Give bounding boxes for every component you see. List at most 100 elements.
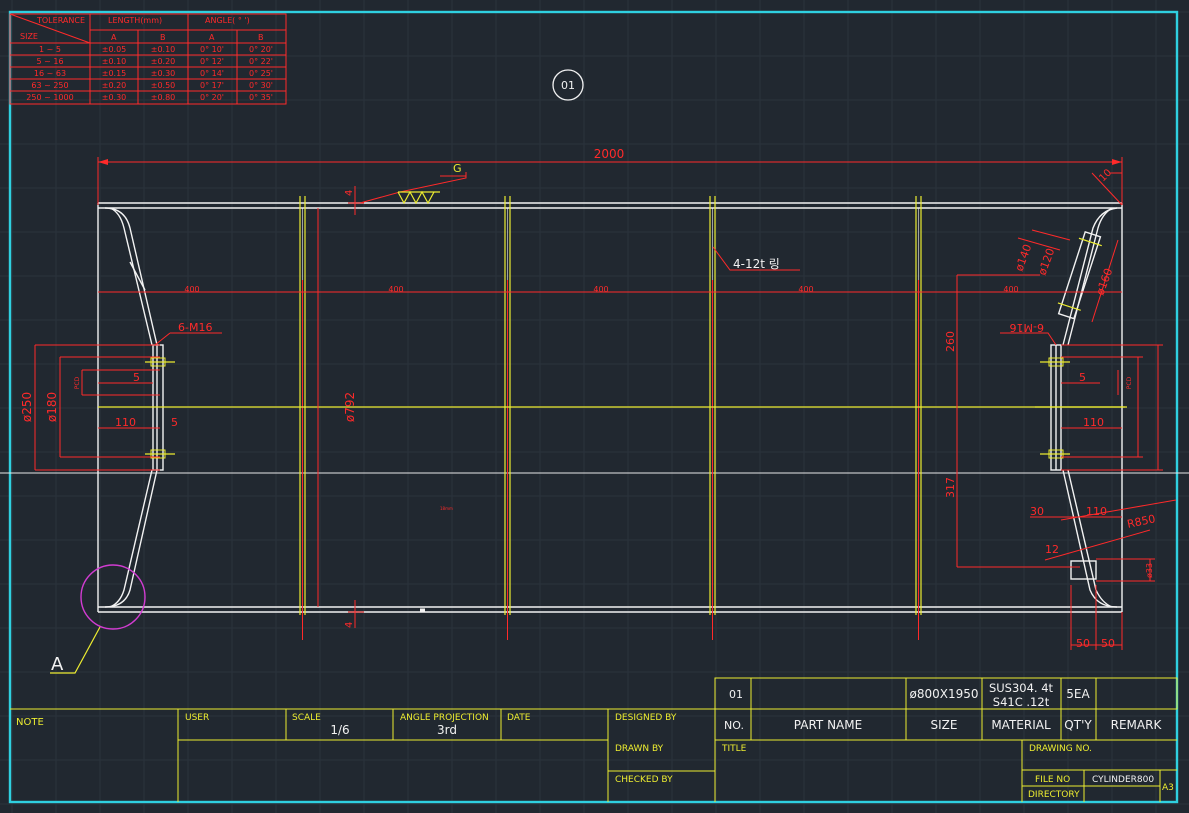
tol-cell-ab: 0° 20' [249, 45, 273, 54]
dim-len-5-b: 5 [171, 416, 178, 429]
dim-len-50-a: 50 [1076, 637, 1090, 650]
part-qty: 5EA [1066, 687, 1090, 701]
dim-segment-5: 400 [1003, 285, 1018, 294]
part-material-2: S41C .12t [993, 695, 1050, 709]
tol-cell-aa: 0° 14' [200, 69, 224, 78]
drawn-by-label: DRAWN BY [615, 744, 664, 754]
header-part-name: PART NAME [794, 718, 862, 732]
tol-cell-ab: 0° 25' [249, 69, 273, 78]
dim-dia-33: ø33 [1145, 563, 1154, 578]
tol-cell-la: ±0.30 [102, 93, 127, 102]
tol-cell-size: 1 ~ 5 [39, 45, 61, 54]
tol-header-tolerance: TOLERANCE [36, 16, 85, 25]
dim-segment-1: 400 [184, 285, 199, 294]
dim-segment-3: 400 [593, 285, 608, 294]
dim-dia-250: ø250 [20, 392, 34, 422]
tol-cell-size: 250 ~ 1000 [26, 93, 73, 102]
dim-segment-4: 400 [798, 285, 813, 294]
tol-cell-lb: ±0.20 [151, 57, 176, 66]
scale-label: SCALE [292, 713, 321, 723]
tol-cell-aa: 0° 20' [200, 93, 224, 102]
bolt-note-right: 6-M16 [1010, 321, 1044, 334]
part-size: ø800X1950 [909, 687, 978, 701]
tol-cell-ab: 0° 22' [249, 57, 273, 66]
tol-cell-la: ±0.20 [102, 81, 127, 90]
sheet-size: A3 [1162, 783, 1174, 793]
dim-dia-120: ø120 [1036, 247, 1058, 278]
dim-radius: R850 [1126, 512, 1157, 531]
title-block: 01 ø800X1950 SUS304. 4t S41C .12t 5EA NO… [10, 677, 1178, 802]
dim-len-5-c: 5 [1079, 371, 1086, 384]
view-number: 01 [561, 79, 575, 92]
tolerance-table: TOLERANCE SIZE LENGTH(mm) ANGLE( ° ') A … [9, 13, 287, 105]
dimension-texts: 2000 400 400 400 400 400 4 4 ø792 4-12t … [20, 147, 1157, 650]
weld-symbol-label: G [453, 162, 462, 175]
detail-label: A [51, 654, 64, 675]
tol-cell-la: ±0.15 [102, 69, 127, 78]
dim-dia-140: ø140 [1013, 243, 1035, 274]
tol-cell-la: ±0.10 [102, 57, 127, 66]
rib-note: 4-12t 링 [733, 257, 780, 271]
designed-by-label: DESIGNED BY [615, 713, 677, 723]
tol-cell-lb: ±0.10 [151, 45, 176, 54]
drawing-no-label: DRAWING NO. [1029, 744, 1092, 754]
note-label: NOTE [16, 717, 44, 728]
tol-header-lb: B [160, 33, 166, 42]
dim-pcd-right: PCD [1126, 376, 1133, 389]
dim-len-110-lower: 110 [1086, 505, 1107, 518]
dim-segment-2: 400 [388, 285, 403, 294]
tol-header-aa: A [209, 33, 215, 42]
tol-header-size: SIZE [20, 32, 38, 41]
tol-cell-ab: 0° 35' [249, 93, 273, 102]
dim-overall-length: 2000 [594, 147, 625, 161]
dim-len-30: 30 [1030, 505, 1044, 518]
tol-cell-la: ±0.05 [102, 45, 127, 54]
header-qty: QT'Y [1064, 718, 1092, 732]
dim-len-5-a: 5 [133, 371, 140, 384]
dim-len-317: 317 [944, 477, 957, 498]
tol-header-length: LENGTH(mm) [108, 16, 162, 25]
checked-by-label: CHECKED BY [615, 775, 673, 785]
tol-header-la: A [111, 33, 117, 42]
dim-len-260: 260 [944, 331, 957, 352]
cad-drawing-canvas: TOLERANCE SIZE LENGTH(mm) ANGLE( ° ') A … [0, 0, 1189, 813]
file-no-label: FILE NO [1035, 775, 1070, 785]
tol-cell-lb: ±0.50 [151, 81, 176, 90]
tol-cell-size: 16 ~ 63 [34, 69, 66, 78]
cylinder-geometry [97, 196, 1127, 640]
small-mark: 18mm [440, 506, 453, 511]
user-label: USER [185, 713, 209, 723]
tol-cell-lb: ±0.30 [151, 69, 176, 78]
tol-cell-aa: 0° 10' [200, 45, 224, 54]
dim-pcd-left: PCD [74, 376, 81, 389]
dim-len-50-b: 50 [1101, 637, 1115, 650]
dim-len-110-left: 110 [115, 416, 136, 429]
part-no: 01 [729, 688, 743, 701]
header-remark: REMARK [1111, 718, 1163, 732]
directory-label: DIRECTORY [1028, 790, 1080, 800]
tol-header-ab: B [258, 33, 264, 42]
dim-thick-top: 4 [344, 190, 355, 196]
bolt-note-left: 6-M16 [178, 321, 212, 334]
dimension-lines [34, 157, 1177, 650]
tol-cell-aa: 0° 17' [200, 81, 224, 90]
detail-callout-circle [80, 564, 146, 630]
date-label: DATE [507, 713, 531, 723]
scale-value: 1/6 [330, 723, 349, 737]
header-material: MATERIAL [991, 718, 1051, 732]
tol-cell-aa: 0° 12' [200, 57, 224, 66]
tol-cell-ab: 0° 30' [249, 81, 273, 90]
tol-cell-lb: ±0.80 [151, 93, 176, 102]
dim-len-12: 12 [1045, 543, 1059, 556]
projection-label: ANGLE PROJECTION [400, 713, 489, 723]
projection-value: 3rd [437, 723, 457, 737]
dim-dia-180: ø180 [45, 392, 59, 422]
header-size: SIZE [931, 718, 958, 732]
header-no: NO. [724, 719, 744, 732]
tol-cell-size: 5 ~ 16 [36, 57, 63, 66]
title-label: TITLE [721, 744, 747, 754]
part-material-1: SUS304. 4t [989, 681, 1054, 695]
dim-thick-bottom: 4 [344, 622, 355, 628]
dim-diameter-main: ø792 [343, 392, 357, 422]
tol-header-angle: ANGLE( ° ') [205, 16, 250, 25]
